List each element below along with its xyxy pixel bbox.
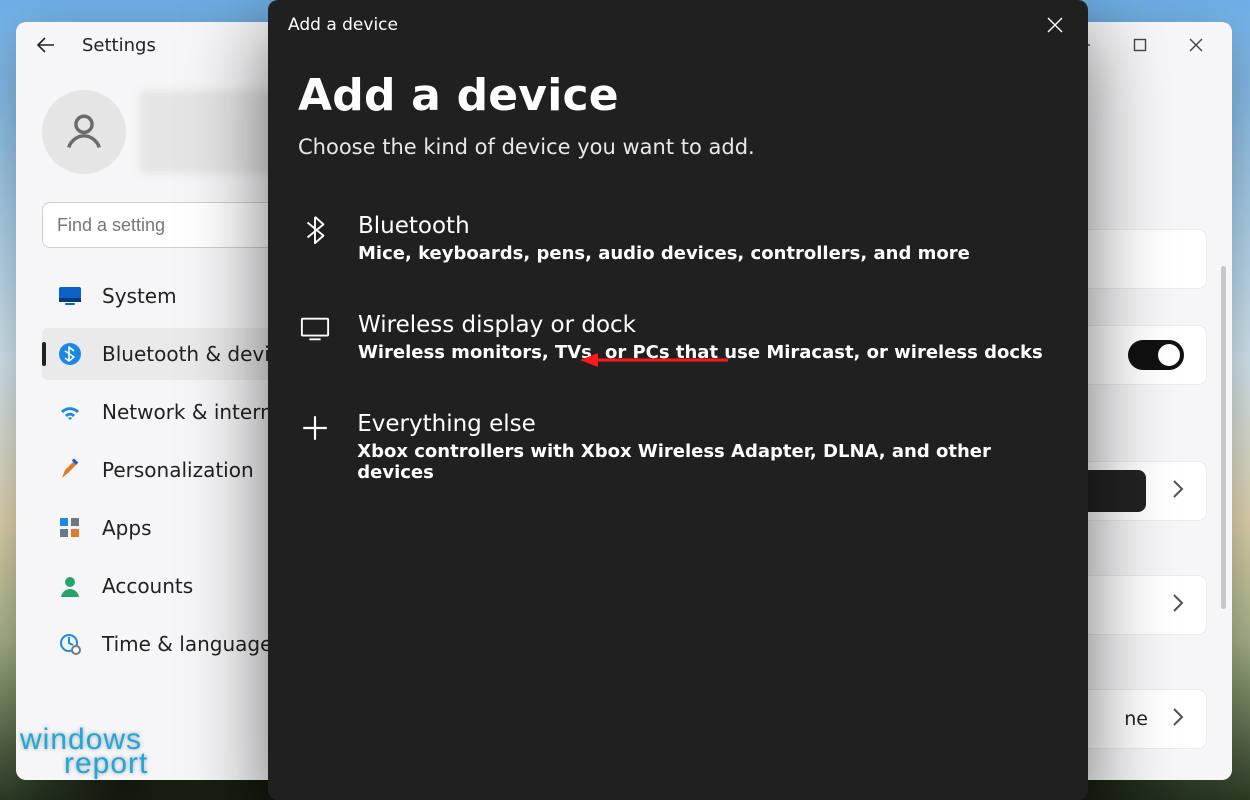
dialog-close-button[interactable] <box>1030 0 1080 50</box>
watermark-line2: report <box>64 751 148 777</box>
option-bluetooth[interactable]: Bluetooth Mice, keyboards, pens, audio d… <box>298 199 1058 298</box>
apps-icon <box>56 517 84 539</box>
brush-icon <box>56 458 84 482</box>
bluetooth-icon <box>298 213 332 245</box>
sidebar-item-label: Accounts <box>102 574 193 598</box>
system-icon <box>56 286 84 306</box>
avatar-icon <box>42 90 126 174</box>
sidebar-item-label: System <box>102 284 177 308</box>
accounts-icon <box>56 575 84 597</box>
chevron-right-icon <box>1172 479 1184 503</box>
wifi-icon <box>56 402 84 422</box>
sidebar-item-label: Time & language <box>102 632 272 656</box>
option-wireless-display[interactable]: Wireless display or dock Wireless monito… <box>298 298 1058 397</box>
add-device-dialog: Add a device Add a device Choose the kin… <box>268 0 1088 800</box>
globe-clock-icon <box>56 632 84 656</box>
back-button[interactable] <box>34 33 58 57</box>
option-title: Bluetooth <box>358 213 970 239</box>
option-desc: Mice, keyboards, pens, audio devices, co… <box>358 243 970 264</box>
option-title: Everything else <box>357 411 1058 437</box>
chevron-right-icon <box>1172 707 1184 731</box>
chevron-right-icon <box>1172 593 1184 617</box>
close-button[interactable] <box>1168 22 1224 68</box>
sidebar-item-label: Personalization <box>102 458 254 482</box>
toggle-switch[interactable] <box>1128 340 1184 370</box>
option-desc: Wireless monitors, TVs, or PCs that use … <box>358 342 1043 363</box>
dialog-subtitle: Choose the kind of device you want to ad… <box>298 135 1058 159</box>
row-value-peek: ne <box>1124 708 1148 730</box>
maximize-button[interactable] <box>1112 22 1168 68</box>
option-title: Wireless display or dock <box>358 312 1043 338</box>
monitor-icon <box>298 312 332 344</box>
watermark-logo: windows report <box>20 727 148 776</box>
app-title: Settings <box>82 35 156 56</box>
scrollbar[interactable] <box>1221 266 1226 609</box>
option-desc: Xbox controllers with Xbox Wireless Adap… <box>357 441 1058 483</box>
bluetooth-icon <box>56 342 84 366</box>
option-everything-else[interactable]: Everything else Xbox controllers with Xb… <box>298 397 1058 517</box>
sidebar-item-label: Network & internet <box>102 400 293 424</box>
dialog-header-title: Add a device <box>288 15 398 35</box>
plus-icon <box>298 411 331 443</box>
dialog-title: Add a device <box>298 70 1058 121</box>
sidebar-item-label: Apps <box>102 516 152 540</box>
